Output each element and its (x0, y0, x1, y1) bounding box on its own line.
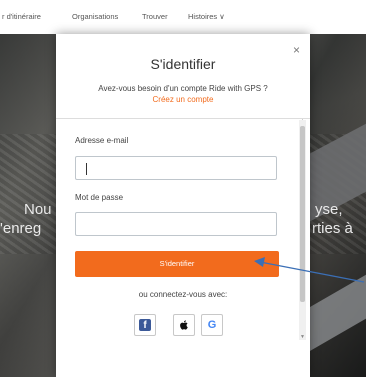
annotation-arrow-icon (254, 257, 365, 283)
